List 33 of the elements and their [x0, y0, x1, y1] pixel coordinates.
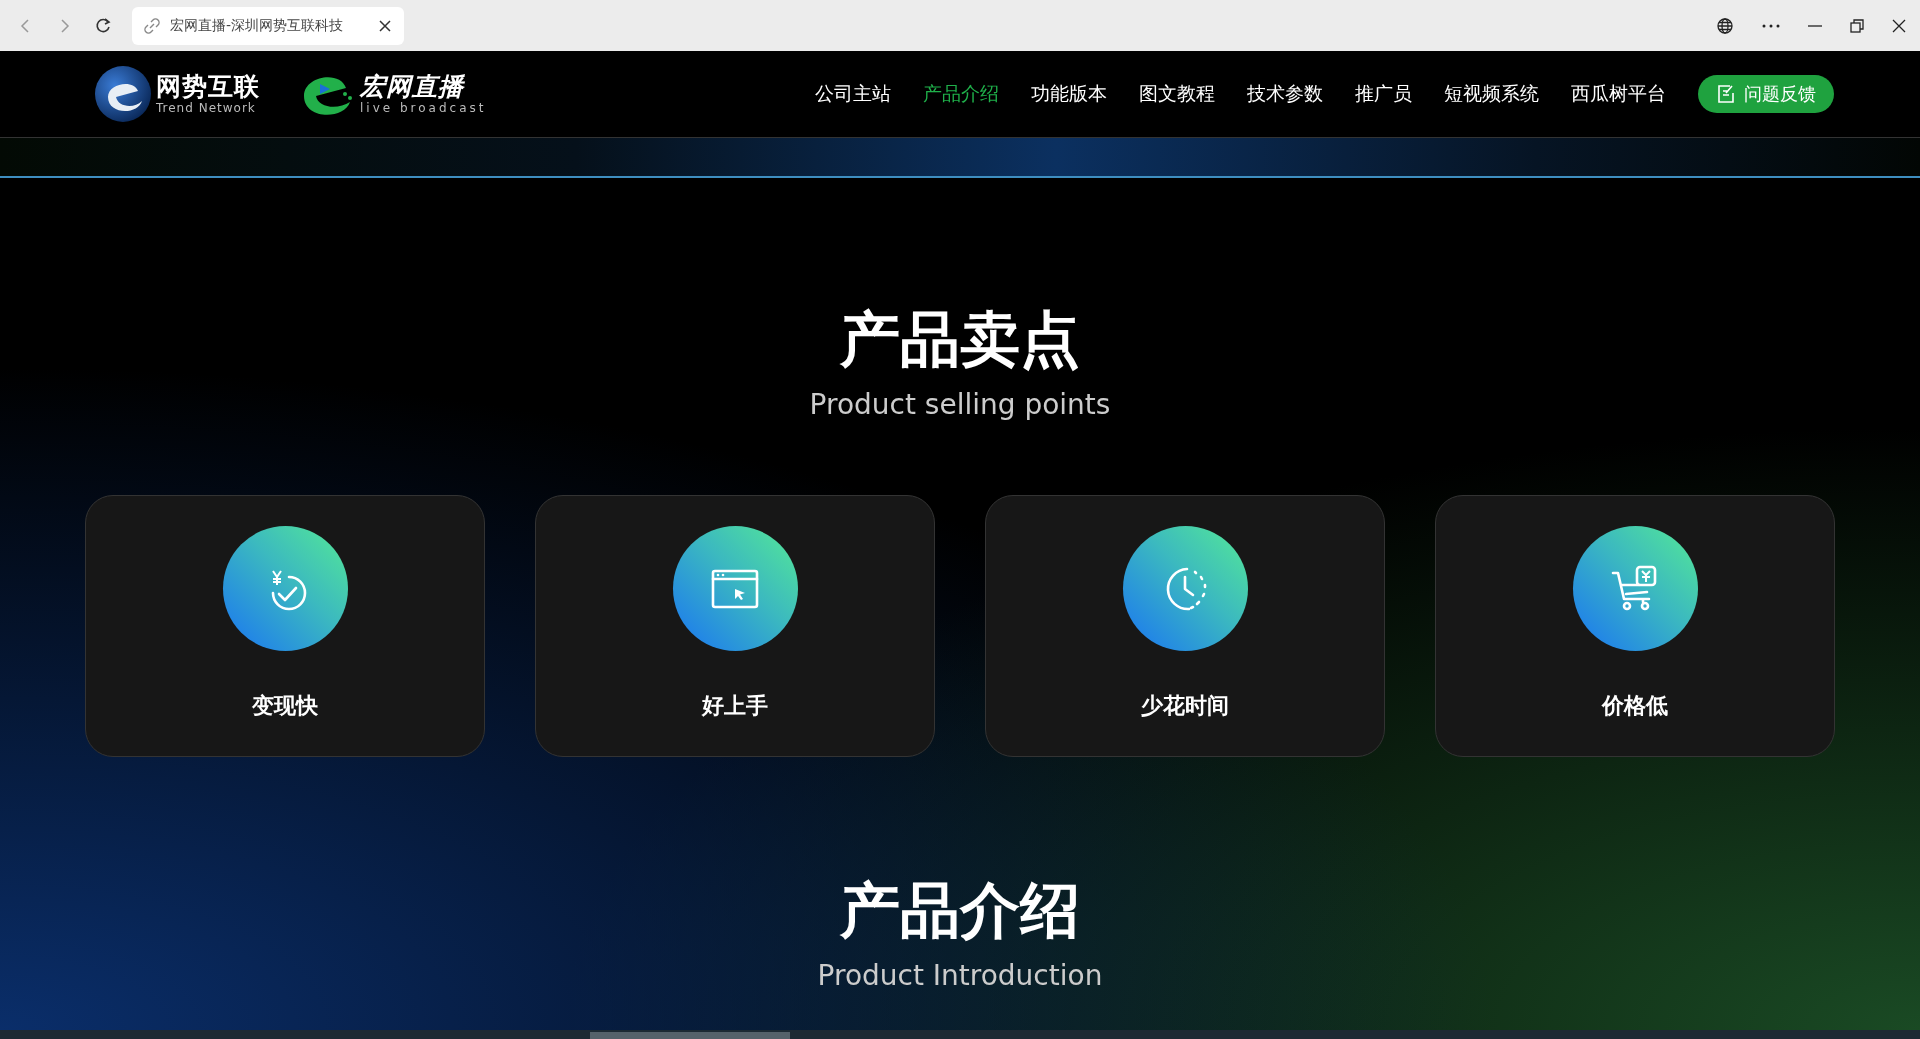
close-icon[interactable]: [1892, 18, 1906, 33]
section-title: 产品介绍: [840, 875, 1080, 945]
close-icon[interactable]: [378, 18, 392, 33]
scrollbar-thumb[interactable]: [590, 1032, 790, 1039]
feature-label: 少花时间: [1141, 692, 1229, 720]
section-title: 产品卖点: [840, 304, 1080, 374]
logo-name: 宏网直播: [360, 73, 466, 101]
browser-tab[interactable]: 宏网直播-深圳网势互联科技: [132, 6, 404, 45]
globe-icon[interactable]: [1716, 16, 1734, 35]
nav-link[interactable]: 推广员: [1355, 81, 1412, 107]
logo-name: 网势互联: [156, 73, 260, 101]
nav-link[interactable]: 功能版本: [1031, 81, 1107, 107]
tab-title: 宏网直播-深圳网势互联科技: [170, 16, 345, 35]
nav-link[interactable]: 西瓜树平台: [1571, 81, 1666, 107]
logo-tagline: live broadcast: [360, 101, 487, 115]
section-subtitle: Product Introduction: [817, 959, 1103, 992]
feature-label: 变现快: [252, 692, 318, 720]
nav-link[interactable]: 短视频系统: [1444, 81, 1539, 107]
reload-icon[interactable]: [94, 16, 112, 35]
feature-label: 价格低: [1602, 692, 1668, 720]
restore-icon[interactable]: [1850, 18, 1864, 33]
nav-link[interactable]: 图文教程: [1139, 81, 1215, 107]
section-subtitle: Product selling points: [809, 388, 1111, 421]
minimize-icon[interactable]: [1808, 24, 1822, 27]
link-icon: [144, 17, 160, 34]
feature-label: 好上手: [702, 692, 768, 720]
nav-link[interactable]: 产品介绍: [923, 81, 999, 107]
globe-logo-icon: [94, 65, 152, 123]
logo-tagline: Trend Network: [156, 101, 257, 115]
nav-link[interactable]: 公司主站: [815, 81, 891, 107]
edit-note-icon: [1716, 84, 1736, 104]
more-icon[interactable]: [1762, 22, 1780, 29]
nav-link[interactable]: 技术参数: [1247, 81, 1323, 107]
